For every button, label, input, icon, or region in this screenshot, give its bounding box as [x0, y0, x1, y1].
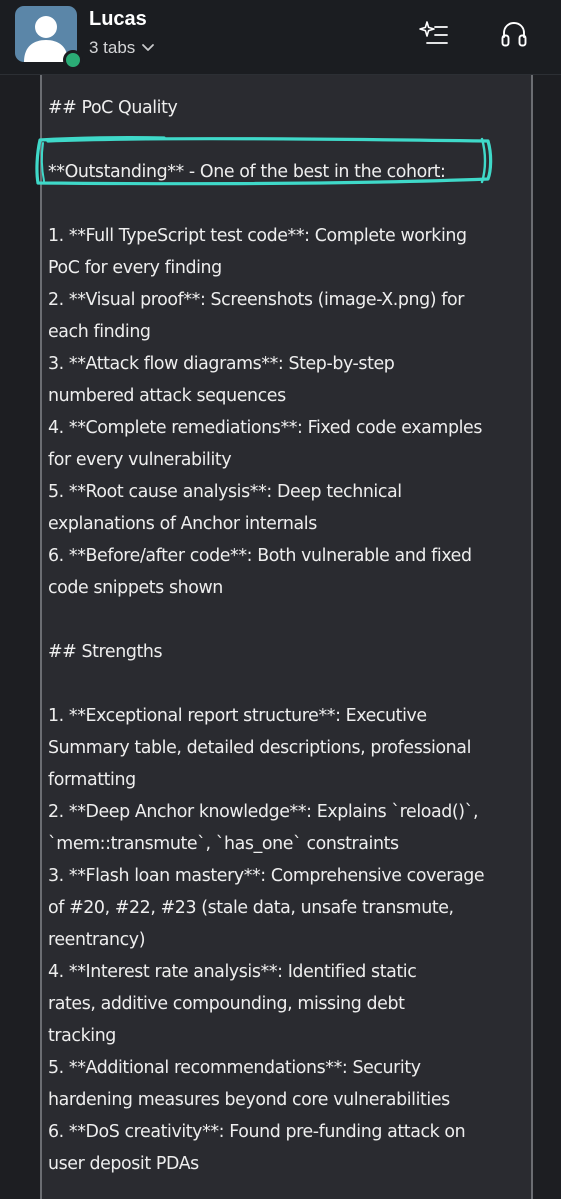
document-line: 3. **Flash loan mastery**: Comprehensive…: [48, 866, 485, 886]
ai-summary-button[interactable]: [418, 18, 450, 50]
document-panel[interactable]: ## PoC Quality **Outstanding** - One of …: [35, 75, 533, 1199]
document-line: 1. **Exceptional report structure**: Exe…: [48, 706, 427, 726]
tabs-dropdown[interactable]: 3 tabs: [89, 36, 155, 60]
document-line: PoC for every finding: [48, 258, 222, 278]
chevron-down-icon: [142, 44, 155, 51]
message-area: ## PoC Quality **Outstanding** - One of …: [0, 75, 561, 1199]
document-line: 2. **Deep Anchor knowledge**: Explains `…: [48, 802, 479, 822]
document-line: 6. **DoS creativity**: Found pre-funding…: [48, 1122, 466, 1142]
document-line: 6. **Before/after code**: Both vulnerabl…: [48, 546, 472, 566]
headphones-icon: [501, 22, 527, 47]
sparkle-list-icon: [419, 21, 448, 44]
document-line: 1. **Full TypeScript test code**: Comple…: [48, 226, 467, 246]
document-line: ## PoC Quality: [48, 98, 178, 118]
document-line: 4. **Interest rate analysis**: Identifie…: [48, 962, 417, 982]
document-line: numbered attack sequences: [48, 386, 286, 406]
document-line: reentrancy): [48, 930, 146, 950]
document-line: Summary table, detailed descriptions, pr…: [48, 738, 471, 758]
document-line: 5. **Root cause analysis**: Deep technic…: [48, 482, 402, 502]
channel-header: Lucas 3 tabs: [0, 0, 561, 75]
user-name[interactable]: Lucas: [89, 6, 147, 32]
document-line: code snippets shown: [48, 578, 223, 598]
presence-indicator: [63, 50, 83, 70]
document-line: formatting: [48, 770, 136, 790]
tabs-label: 3 tabs: [89, 38, 136, 57]
document-line: hardening measures beyond core vulnerabi…: [48, 1090, 450, 1110]
document-line: 5. **Additional recommendations**: Secur…: [48, 1058, 421, 1078]
document-line: explanations of Anchor internals: [48, 514, 317, 534]
document-line: tracking: [48, 1026, 116, 1046]
document-line: for every vulnerability: [48, 450, 232, 470]
huddle-button[interactable]: [498, 18, 530, 50]
document-line: **Outstanding** - One of the best in the…: [48, 162, 446, 182]
document-line: 3. **Attack flow diagrams**: Step-by-ste…: [48, 354, 395, 374]
document-body: ## PoC Quality **Outstanding** - One of …: [48, 92, 524, 1180]
document-line: `mem::transmute`, `has_one` constraints: [48, 834, 399, 854]
document-line: user deposit PDAs: [48, 1154, 199, 1174]
document-line: 4. **Complete remediations**: Fixed code…: [48, 418, 483, 438]
document-line: ## Strengths: [48, 642, 163, 662]
document-line: 2. **Visual proof**: Screenshots (image-…: [48, 290, 464, 310]
document-line: rates, additive compounding, missing deb…: [48, 994, 405, 1014]
document-line: each finding: [48, 322, 151, 342]
document-line: of #20, #22, #23 (stale data, unsafe tra…: [48, 898, 454, 918]
